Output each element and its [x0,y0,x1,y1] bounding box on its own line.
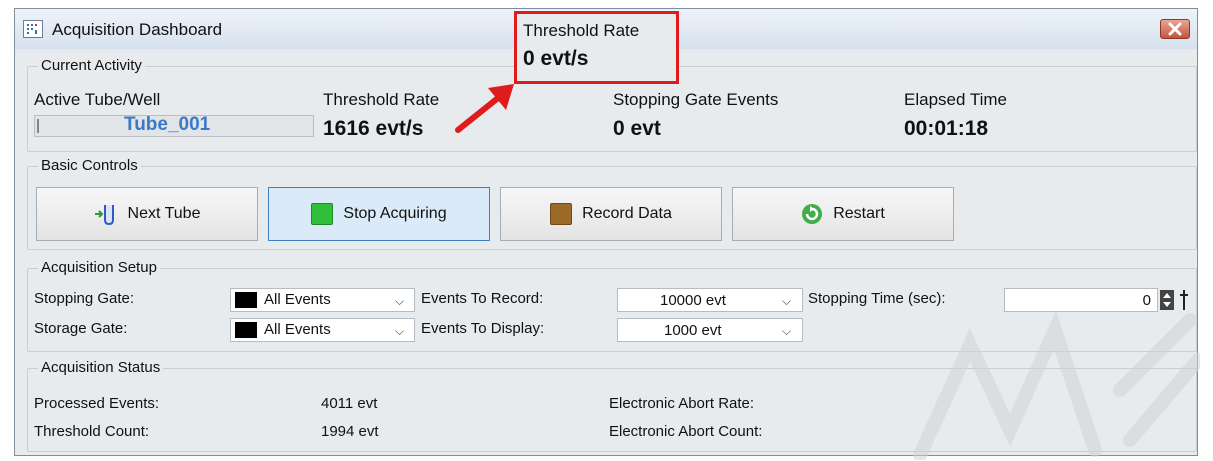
chevron-down-icon: ⌵ [395,294,405,308]
processed-events-label: Processed Events: [34,395,160,412]
chevron-down-icon: ⌵ [395,324,405,338]
events-to-display-select[interactable]: 1000 evt ⌵ [617,318,803,342]
elapsed-time-value: 00:01:18 [904,117,989,140]
restart-button[interactable]: Restart [732,187,954,241]
acquisition-setup-heading: Acquisition Setup [38,259,160,276]
tube-progress [37,119,39,133]
next-tube-label: Next Tube [127,205,201,222]
chevron-down-icon: ⌵ [782,294,792,308]
threshold-rate-label: Threshold Rate [323,90,440,109]
stopping-gate-label: Stopping Gate: [34,290,135,307]
events-to-record-label: Events To Record: [421,290,544,307]
basic-controls-heading: Basic Controls [38,157,141,174]
active-tube-value: Tube_001 [124,114,211,135]
stopping-gate-value: All Events [264,291,331,308]
stopping-gate-events-value: 0 evt [613,117,661,140]
storage-gate-label: Storage Gate: [34,320,128,337]
events-to-display-label: Events To Display: [421,320,545,337]
stop-acquiring-label: Stop Acquiring [343,205,447,222]
current-activity-heading: Current Activity [38,57,145,74]
storage-gate-swatch [235,322,257,338]
events-to-display-value: 1000 evt [664,322,722,339]
active-tube-label: Active Tube/Well [34,90,161,109]
close-icon [1168,22,1182,36]
processed-events-value: 4011 evt [321,395,378,412]
storage-gate-select[interactable]: All Events ⌵ [230,318,415,342]
next-tube-button[interactable]: Next Tube [36,187,258,241]
acquisition-status-heading: Acquisition Status [38,359,164,376]
next-tube-icon [94,205,114,225]
stop-acquiring-button[interactable]: Stop Acquiring [268,187,490,241]
electronic-abort-rate-label: Electronic Abort Rate: [609,395,755,412]
close-button[interactable] [1160,19,1190,39]
restart-label: Restart [833,205,885,222]
stopping-gate-swatch [235,292,257,308]
threshold-count-value: 1994 evt [321,423,379,440]
events-to-record-select[interactable]: 10000 evt ⌵ [617,288,803,312]
stopping-gate-events-label: Stopping Gate Events [613,90,779,109]
record-data-label: Record Data [582,205,672,222]
threshold-count-label: Threshold Count: [34,423,150,440]
threshold-rate-value: 1616 evt/s [323,117,424,140]
watermark [913,310,1200,460]
record-data-button[interactable]: Record Data [500,187,722,241]
stopping-gate-select[interactable]: All Events ⌵ [230,288,415,312]
record-data-icon [550,203,573,225]
restart-icon [802,204,823,224]
callout-arrow-icon [455,84,514,133]
stop-acquiring-icon [311,203,334,225]
storage-gate-value: All Events [264,321,331,338]
electronic-abort-count-label: Electronic Abort Count: [609,423,763,440]
callout-label: Threshold Rate [523,21,640,40]
events-to-record-value: 10000 evt [660,292,726,309]
app-icon [23,20,43,38]
chevron-down-icon: ⌵ [782,324,792,338]
callout-value: 0 evt/s [523,47,589,70]
elapsed-time-label: Elapsed Time [904,90,1007,109]
window-title: Acquisition Dashboard [52,20,223,39]
